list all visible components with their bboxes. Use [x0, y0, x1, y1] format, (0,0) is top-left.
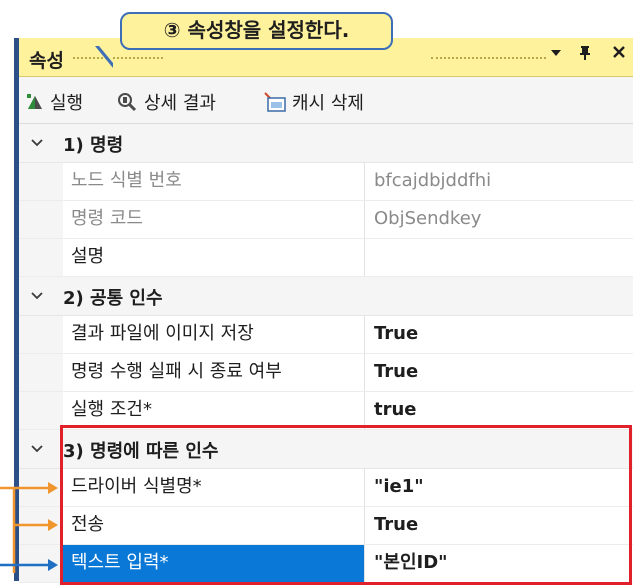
instruction-callout: ③ 속성창을 설정한다.: [120, 12, 393, 50]
blue-arrow: [0, 559, 58, 571]
callout-tail-inner: [99, 46, 113, 63]
annotation-arrows: [0, 482, 58, 573]
orange-arrows: [0, 482, 58, 573]
